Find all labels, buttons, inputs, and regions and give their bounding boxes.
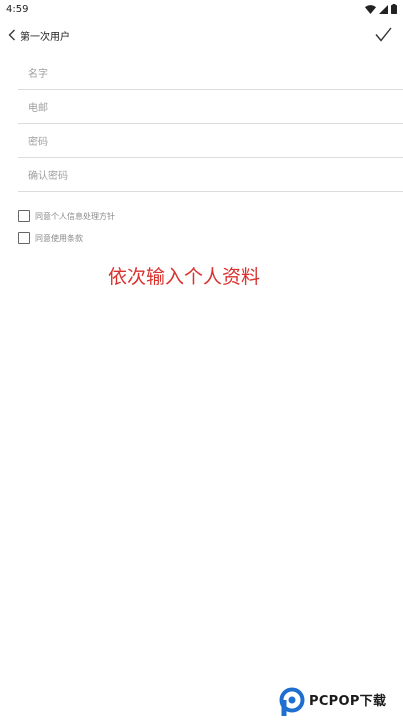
signal-icon [379, 4, 388, 14]
terms-agree-row[interactable]: 同意使用条款 [18, 227, 115, 249]
password-field-row [18, 124, 403, 158]
email-input[interactable] [28, 98, 383, 118]
battery-icon [391, 4, 397, 14]
checkmark-icon [374, 27, 392, 46]
signup-form [18, 56, 403, 192]
watermark: PCPOP下载 [278, 683, 403, 720]
watermark-text-wrap: PCPOP下载 [309, 693, 387, 709]
name-input[interactable] [28, 64, 383, 84]
status-time: 4:59 [6, 3, 29, 15]
watermark-text: PCPOP下载 [309, 693, 387, 709]
back-button[interactable] [4, 26, 20, 44]
status-icons [365, 4, 397, 14]
terms-agree-label: 同意使用条款 [35, 233, 83, 243]
privacy-agree-label: 同意个人信息处理方针 [35, 211, 115, 221]
agreement-checks: 同意个人信息处理方针 同意使用条款 [18, 205, 115, 249]
privacy-agree-checkbox[interactable] [18, 210, 30, 222]
app-bar: 第一次用户 [0, 20, 403, 50]
confirm-button[interactable] [373, 26, 393, 46]
terms-agree-checkbox[interactable] [18, 232, 30, 244]
name-field-row [18, 56, 403, 90]
email-field-row [18, 90, 403, 124]
privacy-agree-row[interactable]: 同意个人信息处理方针 [18, 205, 115, 227]
chevron-left-icon [8, 26, 16, 45]
instruction-text: 依次输入个人资料 [107, 266, 260, 288]
page-title: 第一次用户 [20, 32, 70, 43]
password-input[interactable] [28, 132, 383, 152]
confirm-password-input[interactable] [28, 166, 383, 186]
pcpop-logo-icon [278, 687, 306, 717]
status-bar: 4:59 [0, 0, 403, 18]
screen: 4:59 第一次用户 名字 电邮 同意个人信息处理方针 同意使用条款 依次输入个… [0, 0, 403, 720]
wifi-icon [365, 4, 376, 14]
confirm-password-field-row [18, 158, 403, 192]
